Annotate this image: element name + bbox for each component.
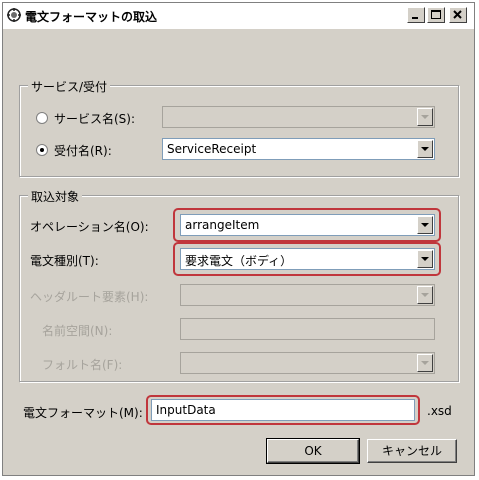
service-name-combo[interactable] — [162, 106, 435, 128]
app-icon — [7, 8, 21, 22]
receipt-name-combo[interactable]: ServiceReceipt — [162, 138, 435, 160]
fault-name-dropdown-button[interactable] — [417, 354, 433, 372]
header-root-label: ヘッダルート要素(H): — [30, 290, 149, 304]
header-root-combo[interactable] — [180, 284, 435, 306]
import-dialog: 電文フォーマットの取込 サービス/受付 サービス名(S): 受付名(R): Se… — [2, 2, 475, 476]
chevron-down-icon — [421, 293, 429, 297]
title-bar[interactable]: 電文フォーマットの取込 — [3, 3, 474, 29]
header-root-dropdown-button[interactable] — [417, 286, 433, 304]
format-highlight — [146, 395, 420, 425]
chevron-down-icon — [421, 147, 429, 151]
close-button[interactable] — [449, 7, 467, 23]
cancel-button[interactable]: キャンセル — [367, 439, 457, 463]
service-receipt-legend: サービス/受付 — [28, 78, 111, 95]
fault-name-combo[interactable] — [180, 352, 435, 374]
receipt-name-value: ServiceReceipt — [167, 142, 257, 156]
operation-highlight — [173, 208, 441, 242]
fault-name-label: フォルト名(F): — [42, 358, 123, 372]
ok-button[interactable]: OK — [266, 438, 360, 464]
format-label: 電文フォーマット(M): — [23, 406, 143, 420]
service-name-radio[interactable] — [36, 112, 48, 124]
service-receipt-group: サービス/受付 サービス名(S): 受付名(R): ServiceReceipt — [19, 78, 459, 177]
chevron-down-icon — [421, 115, 429, 119]
import-target-group: 取込対象 オペレーション名(O): arrangeItem 電文種別(T): 要… — [19, 188, 459, 382]
receipt-name-dropdown-button[interactable] — [417, 140, 433, 158]
import-target-legend: 取込対象 — [28, 188, 83, 205]
namespace-label: 名前空間(N): — [42, 324, 113, 338]
message-type-label: 電文種別(T): — [30, 254, 99, 268]
window-title: 電文フォーマットの取込 — [25, 10, 158, 24]
maximize-button[interactable] — [427, 7, 445, 23]
message-type-highlight — [173, 242, 441, 276]
receipt-name-label: 受付名(R): — [54, 144, 112, 158]
chevron-down-icon — [421, 361, 429, 365]
service-name-dropdown-button[interactable] — [417, 108, 433, 126]
receipt-name-radio[interactable] — [36, 144, 48, 156]
operation-label: オペレーション名(O): — [30, 220, 149, 234]
namespace-field[interactable] — [180, 318, 435, 340]
minimize-button[interactable] — [407, 7, 425, 23]
format-suffix: .xsd — [427, 404, 452, 418]
service-name-label: サービス名(S): — [54, 112, 136, 126]
